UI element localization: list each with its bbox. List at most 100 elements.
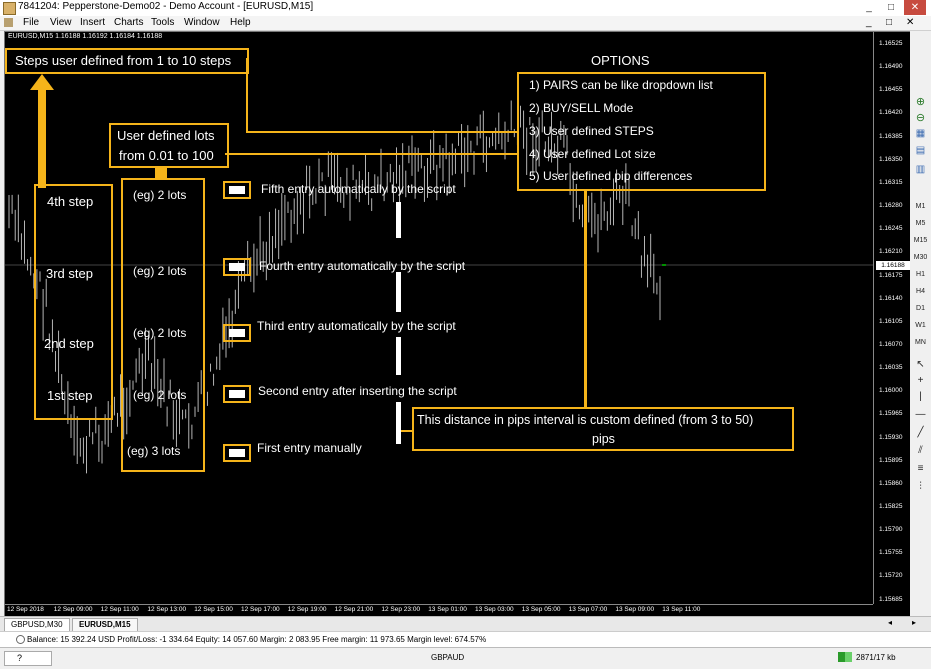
- inner-close-button[interactable]: ✕: [906, 17, 914, 28]
- menu-insert[interactable]: Insert: [80, 17, 105, 28]
- tab-eurusd-m15[interactable]: EURUSD,M15: [72, 618, 138, 632]
- options-title: OPTIONS: [591, 53, 650, 68]
- tf-h4[interactable]: H4: [910, 288, 931, 295]
- time-tick: 13 Sep 09:00: [615, 606, 655, 613]
- step-4: 4th step: [47, 194, 94, 209]
- price-tick: 1.16000: [879, 387, 903, 395]
- menu-tools[interactable]: Tools: [151, 17, 174, 28]
- indicator-icon[interactable]: ▤: [910, 145, 931, 156]
- price-tick: 1.16105: [879, 317, 903, 325]
- pips-leader-line: [584, 190, 587, 409]
- price-tick: 1.16070: [879, 340, 903, 348]
- right-toolbar: ⊕ ⊖ ▦ ▤ ▥ M1 M5 M15 M30 H1 H4 D1 W1 MN ↖…: [910, 31, 931, 631]
- tf-m5[interactable]: M5: [910, 220, 931, 227]
- tf-mn[interactable]: MN: [910, 339, 931, 346]
- price-tick: 1.16490: [879, 63, 903, 71]
- lot-4: (eg) 2 lots: [133, 264, 187, 278]
- entry-4-marker: [223, 258, 251, 276]
- lot-2: (eg) 2 lots: [133, 388, 187, 402]
- lot-5: (eg) 2 lots: [133, 188, 187, 202]
- channel-icon[interactable]: ⫽: [910, 445, 931, 456]
- fib-fan-icon[interactable]: ⫶: [910, 481, 931, 492]
- entry-3-marker: [223, 324, 251, 342]
- time-tick: 12 Sep 19:00: [287, 606, 327, 613]
- properties-icon[interactable]: ▥: [910, 164, 931, 175]
- menu-view[interactable]: View: [50, 17, 72, 28]
- entry-1-label: First entry manually: [257, 441, 362, 455]
- menu-charts[interactable]: Charts: [114, 17, 143, 28]
- zoom-in-icon[interactable]: ⊕: [910, 95, 931, 108]
- distance-bar-2: [396, 272, 401, 312]
- price-tick: 1.15790: [879, 526, 903, 534]
- lot-1: (eg) 3 lots: [127, 444, 181, 458]
- help-icon: ?: [17, 653, 23, 663]
- lots-leader-horizontal: [225, 153, 519, 155]
- tf-h1[interactable]: H1: [910, 271, 931, 278]
- steps-title: Steps user defined from 1 to 10 steps: [15, 53, 232, 68]
- entry-4-label: Fourth entry automatically by the script: [259, 259, 466, 273]
- time-tick: 12 Sep 17:00: [241, 606, 280, 613]
- current-price-label: 1.16188: [876, 261, 910, 270]
- price-tick: 1.16280: [879, 202, 903, 210]
- price-chart[interactable]: EURUSD,M15 1.16188 1.16192 1.16184 1.161…: [4, 31, 911, 617]
- price-tick: 1.15860: [879, 479, 903, 487]
- price-tick: 1.16035: [879, 364, 903, 372]
- distance-bar-1: [396, 202, 401, 238]
- close-button[interactable]: ✕: [904, 0, 926, 15]
- price-tick: 1.16210: [879, 248, 903, 256]
- price-tick: 1.16350: [879, 155, 903, 163]
- tile-icon[interactable]: ▦: [910, 128, 931, 139]
- time-tick: 12 Sep 11:00: [100, 606, 139, 613]
- pips-text-line2: pips: [592, 432, 615, 446]
- fibonacci-icon[interactable]: ≡: [910, 463, 931, 474]
- option-3: 3) User defined STEPS: [529, 124, 654, 138]
- options-box: 1) PAIRS can be like dropdown list 2) BU…: [517, 72, 766, 191]
- tabs-scroll-right-icon[interactable]: ▸: [912, 618, 916, 627]
- menu-help[interactable]: Help: [230, 17, 251, 28]
- tf-m30[interactable]: M30: [910, 254, 931, 261]
- tf-d1[interactable]: D1: [910, 305, 931, 312]
- steps-title-box: Steps user defined from 1 to 10 steps: [5, 48, 249, 74]
- chart-tabs: GBPUSD,M30 EURUSD,M15 ◂ ▸: [0, 616, 931, 632]
- horizontal-line-icon[interactable]: —: [910, 409, 931, 420]
- status-symbol: GBPAUD: [431, 653, 465, 662]
- time-tick: 12 Sep 13:00: [147, 606, 187, 613]
- tf-w1[interactable]: W1: [910, 322, 931, 329]
- tabs-scroll-left-icon[interactable]: ◂: [888, 618, 892, 627]
- distance-bar-4: [396, 402, 401, 444]
- balance-icon: [16, 635, 25, 644]
- tf-m1[interactable]: M1: [910, 203, 931, 210]
- restore-button[interactable]: □: [880, 0, 902, 15]
- step-1: 1st step: [47, 388, 93, 403]
- tf-m15[interactable]: M15: [910, 237, 931, 244]
- lots-connector: [155, 166, 167, 178]
- minimize-button[interactable]: _: [858, 0, 880, 15]
- vertical-line-icon[interactable]: |: [910, 391, 931, 402]
- menu-bar: File View Insert Charts Tools Window Hel…: [0, 16, 931, 31]
- price-tick: 1.15685: [879, 595, 903, 603]
- time-tick: 13 Sep 03:00: [475, 606, 514, 613]
- menu-window[interactable]: Window: [184, 17, 220, 28]
- time-tick: 12 Sep 15:00: [194, 606, 233, 613]
- inner-restore-button[interactable]: □: [886, 17, 892, 28]
- price-tick: 1.15895: [879, 456, 903, 464]
- entry-5-marker: [223, 181, 251, 199]
- crosshair-icon[interactable]: +: [910, 375, 931, 386]
- cursor-icon[interactable]: ↖: [910, 359, 931, 370]
- zoom-out-icon[interactable]: ⊖: [910, 111, 931, 124]
- chart-window-icon: [4, 18, 13, 27]
- trendline-icon[interactable]: ╱: [910, 427, 931, 438]
- lots-title-line1: User defined lots: [117, 128, 215, 143]
- entry-2-marker: [223, 385, 251, 403]
- inner-minimize-button[interactable]: _: [866, 17, 872, 28]
- lots-title-box: User defined lots from 0.01 to 100: [109, 123, 229, 168]
- time-axis-line: [5, 604, 873, 605]
- lot-3: (eg) 2 lots: [133, 326, 187, 340]
- help-box[interactable]: ?: [4, 651, 52, 666]
- time-tick: 12 Sep 09:00: [53, 606, 93, 613]
- price-tick: 1.16420: [879, 109, 903, 117]
- price-tick: 1.16455: [879, 86, 903, 94]
- tab-gbpusd-m30[interactable]: GBPUSD,M30: [4, 618, 70, 632]
- time-tick: 13 Sep 01:00: [428, 606, 467, 613]
- menu-file[interactable]: File: [23, 17, 39, 28]
